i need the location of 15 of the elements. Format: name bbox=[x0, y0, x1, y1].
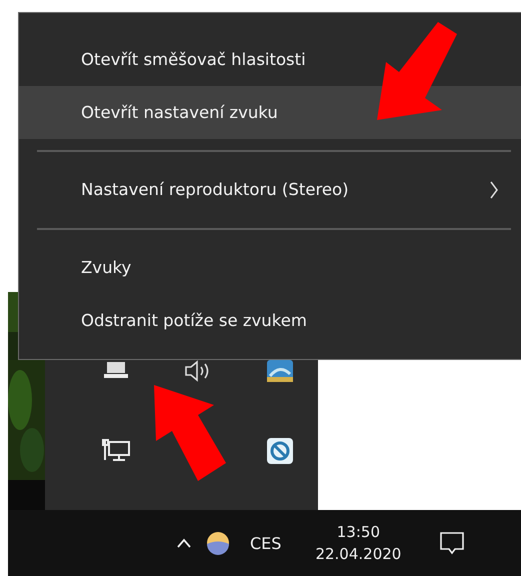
clock[interactable]: 13:50 22.04.2020 bbox=[315, 521, 402, 565]
language-indicator[interactable]: CES bbox=[250, 534, 282, 552]
chevron-right-icon bbox=[489, 180, 499, 200]
notification-icon[interactable] bbox=[439, 531, 466, 555]
network-icon[interactable] bbox=[101, 438, 131, 464]
laptop-icon[interactable] bbox=[104, 362, 128, 378]
weather-icon[interactable] bbox=[206, 531, 230, 555]
menu-item[interactable]: Otevřít nastavení zvuku bbox=[19, 86, 521, 140]
menu-item[interactable]: Zvuky bbox=[19, 240, 521, 294]
menu-item[interactable]: Otevřít směšovač hlasitosti bbox=[19, 33, 521, 86]
menu-item[interactable]: Odstranit potíže se zvukem bbox=[19, 294, 521, 347]
chevron-up-icon[interactable] bbox=[176, 538, 192, 548]
menu-item[interactable]: Nastavení reproduktoru (Stereo) bbox=[19, 163, 521, 217]
app-icon[interactable] bbox=[267, 438, 293, 464]
app-icon[interactable] bbox=[267, 360, 293, 382]
